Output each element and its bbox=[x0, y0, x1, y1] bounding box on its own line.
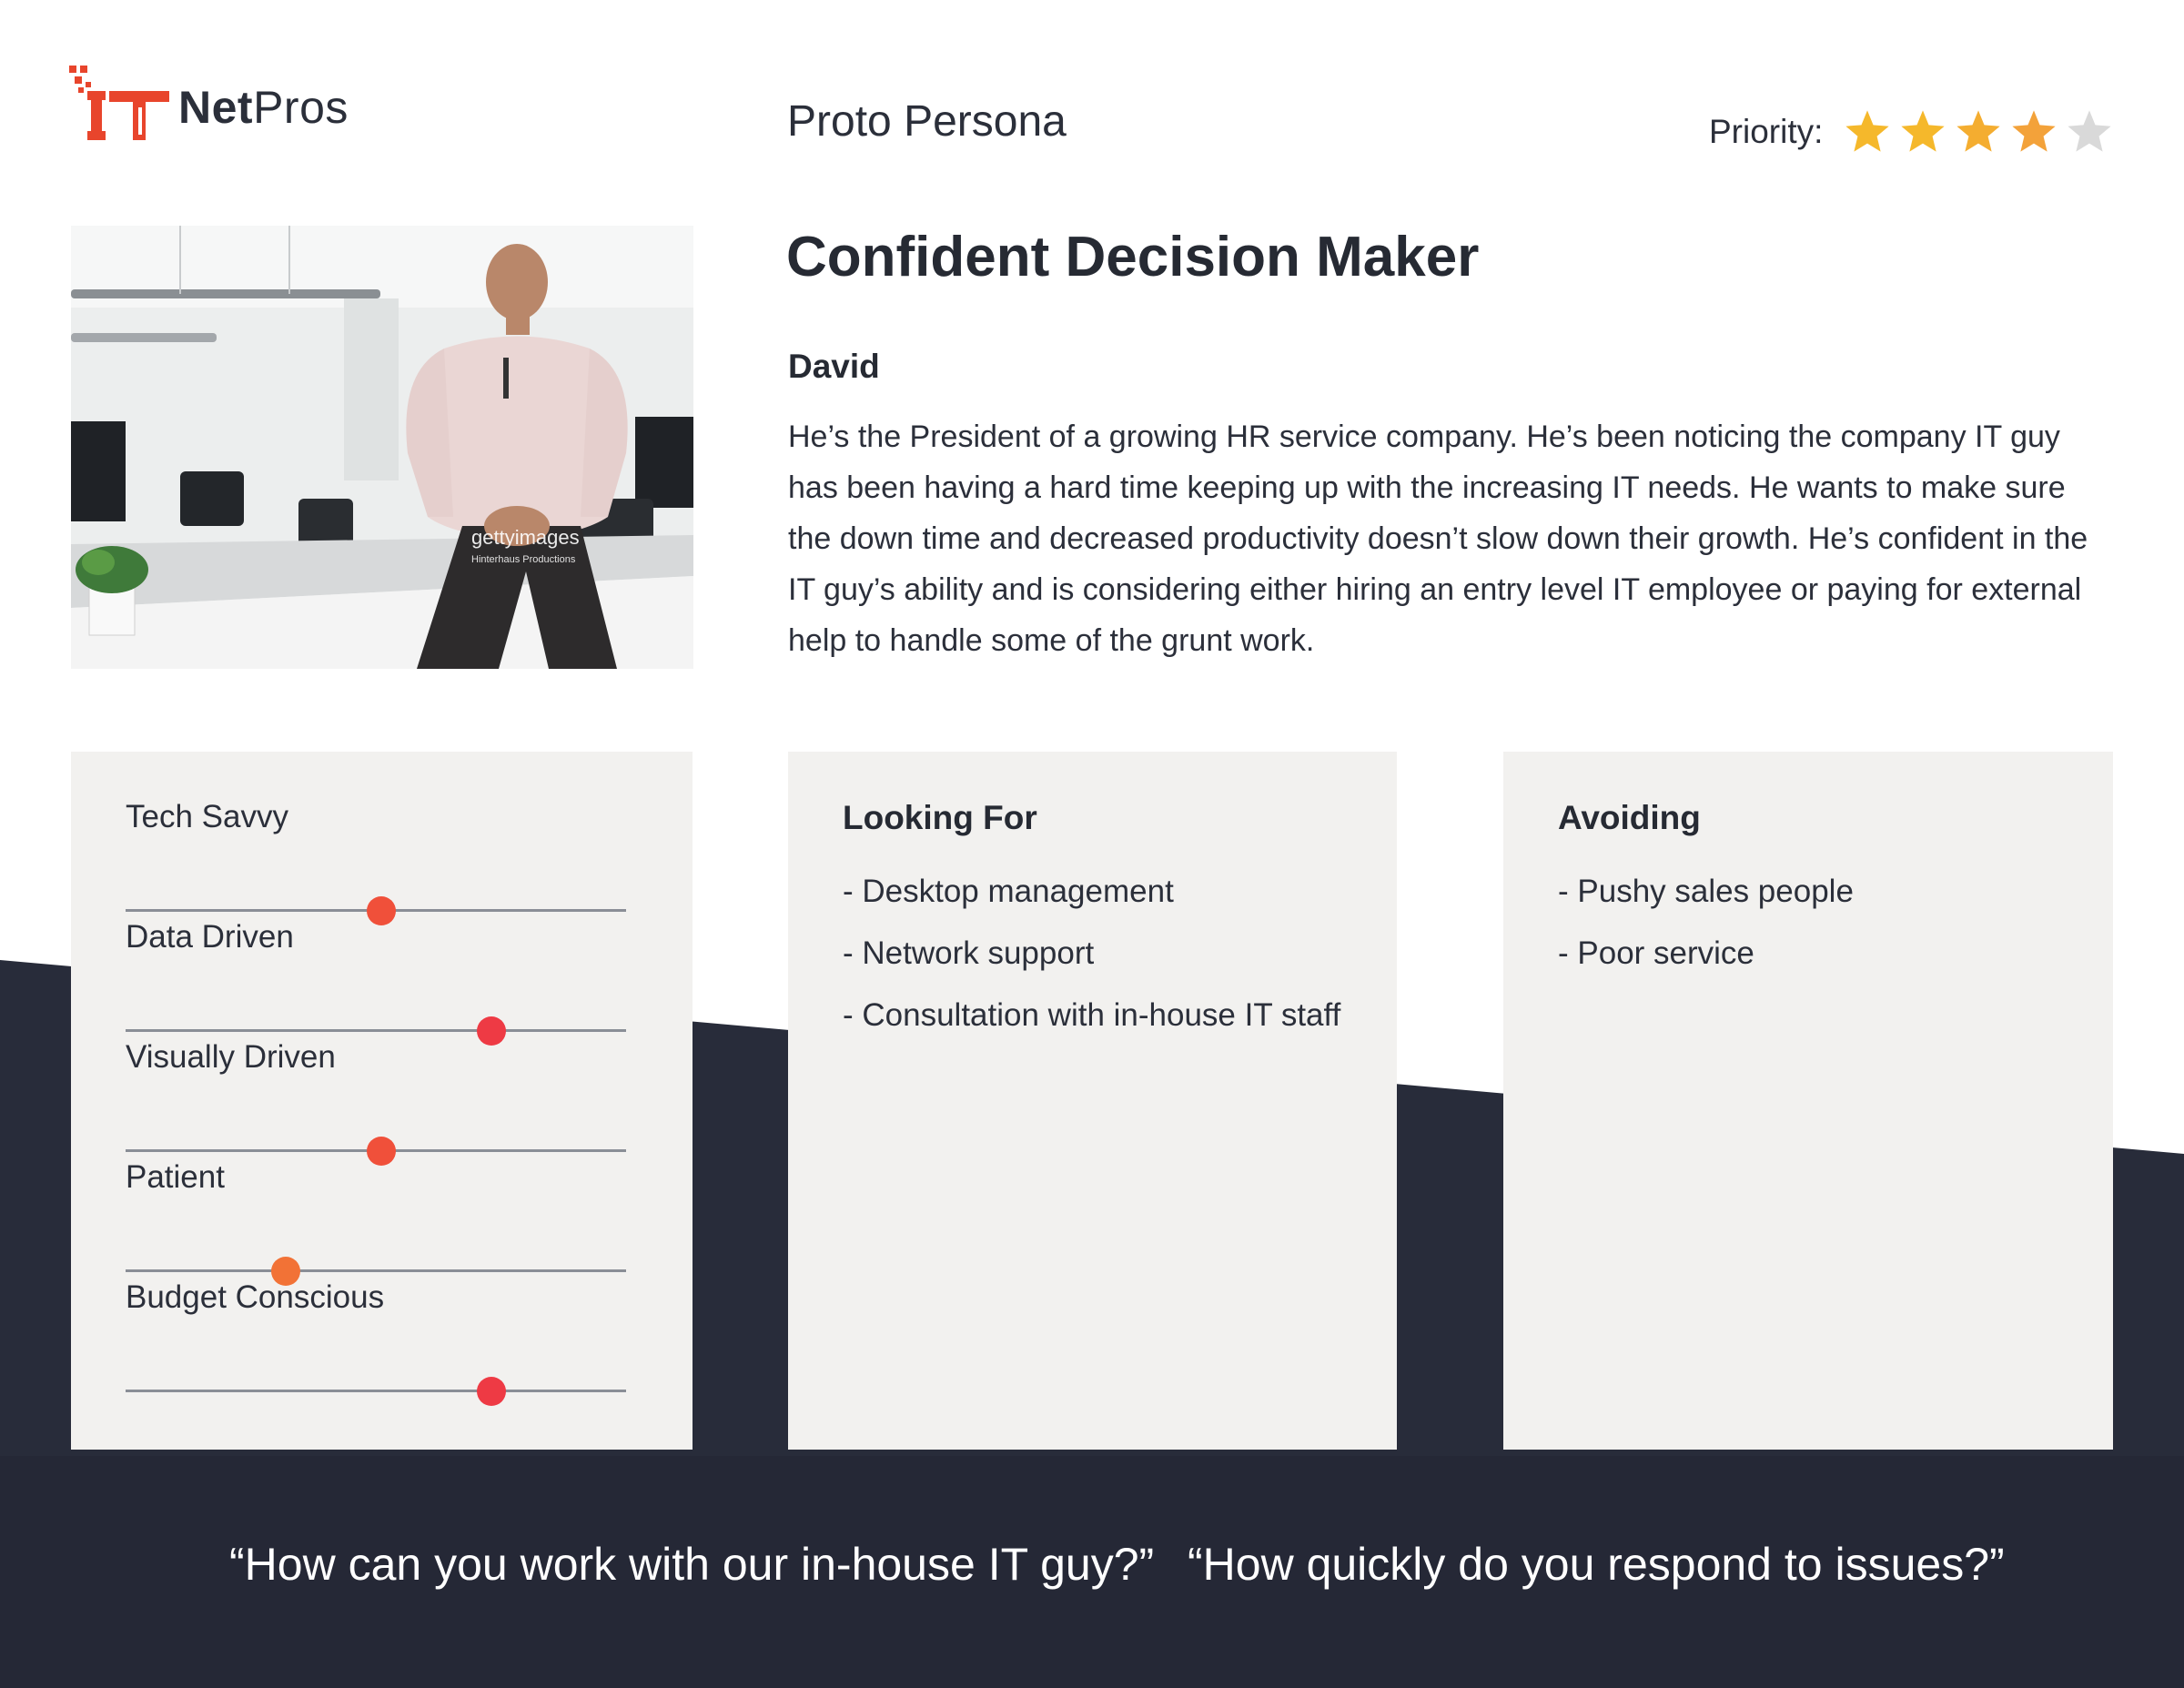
trait-slider[interactable]: Visually Driven bbox=[126, 1039, 626, 1166]
persona-bio: He’s the President of a growing HR servi… bbox=[788, 419, 2088, 658]
star-icon-2 bbox=[1901, 110, 1946, 152]
persona-photo-illustration: gettyimages Hinterhaus Productions bbox=[71, 226, 693, 669]
avoiding-heading: Avoiding bbox=[1558, 799, 1701, 836]
looking-for-heading: Looking For bbox=[843, 799, 1037, 836]
persona-name: David bbox=[788, 348, 880, 385]
trait-label: Patient bbox=[126, 1159, 225, 1195]
brand-logo[interactable]: NetPros bbox=[69, 64, 349, 146]
brand-name-regular: Pros bbox=[253, 82, 349, 133]
persona-title: Confident Decision Maker bbox=[786, 226, 1480, 288]
trait-track bbox=[126, 1029, 626, 1032]
trait-label: Data Driven bbox=[126, 919, 294, 955]
trait-knob[interactable] bbox=[476, 1377, 506, 1406]
looking-for-card: Looking For - Desktop management - Netwo… bbox=[788, 752, 1397, 1450]
trait-slider[interactable]: Patient bbox=[126, 1159, 626, 1286]
trait-slider[interactable]: Tech Savvy bbox=[126, 799, 626, 925]
photo-watermark-credit: Hinterhaus Productions bbox=[471, 554, 576, 565]
photo-watermark-brand: gettyimages bbox=[471, 526, 580, 549]
trait-track bbox=[126, 1390, 626, 1392]
traits-card: Tech Savvy Data Driven Visually Driven P… bbox=[71, 752, 693, 1450]
list-item: - Desktop management bbox=[843, 874, 1174, 909]
brand-name: NetPros bbox=[178, 81, 349, 134]
avoiding-list: - Pushy sales people - Poor service bbox=[1558, 861, 1854, 985]
persona-quote: “How quickly do you respond to issues?” bbox=[1188, 1539, 2005, 1590]
star-icon-5 bbox=[2068, 110, 2112, 152]
priority-label: Priority: bbox=[1709, 113, 1824, 150]
trait-label: Budget Conscious bbox=[126, 1279, 385, 1315]
list-item: - Pushy sales people bbox=[1558, 874, 1854, 909]
brand-name-bold: Net bbox=[178, 82, 254, 133]
trait-track bbox=[126, 1269, 626, 1272]
trait-label: Tech Savvy bbox=[126, 799, 288, 834]
list-item: - Network support bbox=[843, 935, 1095, 971]
persona-quote: “How can you work with our in-house IT g… bbox=[229, 1539, 1155, 1590]
list-item: - Consultation with in-house IT staff bbox=[843, 997, 1341, 1033]
trait-slider[interactable]: Budget Conscious bbox=[126, 1279, 626, 1406]
avoiding-card: Avoiding - Pushy sales people - Poor ser… bbox=[1503, 752, 2113, 1450]
star-icon-3 bbox=[1956, 110, 2001, 152]
trait-label: Visually Driven bbox=[126, 1039, 336, 1075]
persona-photo: gettyimages Hinterhaus Productions bbox=[71, 226, 693, 669]
list-item: - Poor service bbox=[1558, 935, 1754, 971]
priority-rating: Priority: bbox=[1709, 105, 2120, 159]
star-icon-4 bbox=[2012, 110, 2057, 152]
star-icon-1 bbox=[1845, 110, 1890, 152]
doc-type-title: Proto Persona bbox=[787, 97, 1067, 146]
it-logo-icon bbox=[69, 66, 169, 140]
trait-slider[interactable]: Data Driven bbox=[126, 919, 626, 1046]
looking-for-list: - Desktop management - Network support -… bbox=[843, 861, 1340, 1046]
